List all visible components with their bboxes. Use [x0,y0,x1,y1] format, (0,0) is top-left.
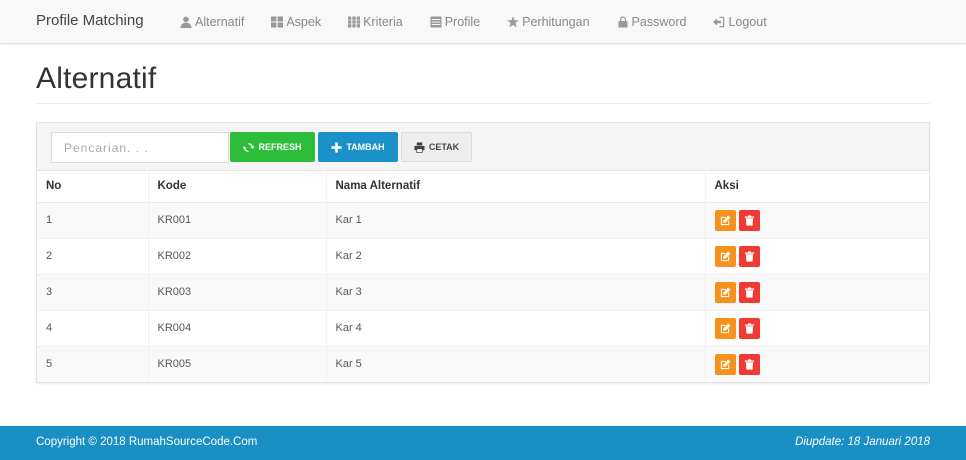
header-kode: Kode [148,171,327,203]
print-icon [414,141,425,153]
tambah-button[interactable]: TAMBAH [318,132,398,162]
cell-kode: KR005 [148,345,327,382]
edit-icon [720,251,730,261]
refresh-icon [243,142,255,152]
cell-kode: KR001 [148,201,327,238]
grid-icon [271,16,284,28]
nav-item-label: Password [631,15,687,29]
alternatif-panel: REFRESH TAMBAH CETAK No Kode Nama Altern… [36,122,930,383]
trash-icon [744,322,754,334]
nav-item-password[interactable]: Password [617,15,687,29]
refresh-button[interactable]: REFRESH [230,132,315,162]
search-input[interactable] [51,132,229,163]
toolbar: REFRESH TAMBAH CETAK [37,123,929,171]
footer: Copyright © 2018 RumahSourceCode.Com Diu… [0,426,966,460]
cell-nama: Kar 5 [326,345,706,382]
plus-icon [331,141,342,153]
header-no: No [37,171,149,203]
header-aksi: Aksi [705,171,929,203]
cell-no: 2 [37,237,149,274]
table-row: 2 KR002 Kar 2 [37,237,929,274]
logout-icon [713,16,725,28]
trash-icon [744,214,754,226]
edit-button[interactable] [714,353,736,375]
delete-button[interactable] [738,317,760,339]
edit-icon [720,359,730,369]
cell-aksi [705,273,929,310]
edit-button[interactable] [714,281,736,303]
cell-nama: Kar 3 [326,273,706,310]
page-title: Alternatif [36,62,157,95]
nav-item-label: Alternatif [195,15,245,29]
nav-item-label: Aspek [286,15,322,29]
cell-aksi [705,309,929,346]
delete-button[interactable] [738,245,760,267]
footer-copyright: Copyright © 2018 RumahSourceCode.Com [36,436,258,448]
cell-aksi [705,201,929,238]
header-nama: Nama Alternatif [326,171,706,203]
cell-nama: Kar 1 [326,201,706,238]
edit-icon [720,287,730,297]
trash-icon [744,250,754,262]
cell-kode: KR003 [148,273,327,310]
cell-nama: Kar 4 [326,309,706,346]
cell-aksi [705,345,929,382]
grid-small-icon [348,16,361,28]
nav-menu: Alternatif Aspek Kriteria Profile Perhit… [180,0,794,44]
cell-no: 3 [37,273,149,310]
tambah-label: TAMBAH [346,142,385,152]
table-header-row: No Kode Nama Alternatif Aksi [37,171,929,203]
lock-icon [617,16,629,28]
nav-item-profile[interactable]: Profile [430,15,480,29]
nav-item-aspek[interactable]: Aspek [271,15,321,29]
nav-item-alternatif[interactable]: Alternatif [180,15,244,29]
nav-item-kriteria[interactable]: Kriteria [348,15,403,29]
table-row: 4 KR004 Kar 4 [37,309,929,346]
table-row: 3 KR003 Kar 3 [37,273,929,310]
nav-item-label: Profile [444,15,481,29]
edit-button[interactable] [714,209,736,231]
delete-button[interactable] [738,353,760,375]
alternatif-table: No Kode Nama Alternatif Aksi 1 KR001 Kar… [37,171,929,382]
edit-icon [720,215,730,225]
list-icon [430,16,442,28]
delete-button[interactable] [738,209,760,231]
refresh-label: REFRESH [258,142,302,152]
cetak-label: CETAK [428,142,460,152]
cell-nama: Kar 2 [326,237,706,274]
trash-icon [744,286,754,298]
cell-kode: KR004 [148,309,327,346]
delete-button[interactable] [738,281,760,303]
trash-icon [744,359,754,370]
edit-button[interactable] [714,245,736,267]
nav-item-label: Logout [728,15,767,29]
nav-item-perhitungan[interactable]: Perhitungan [507,15,590,29]
cell-no: 4 [37,309,149,346]
title-divider [36,103,930,104]
nav-item-logout[interactable]: Logout [713,15,767,29]
cell-no: 5 [37,345,149,382]
cell-aksi [705,237,929,274]
table-row: 1 KR001 Kar 1 [37,201,929,238]
footer-update-date: Diupdate: 18 Januari 2018 [795,436,930,448]
cell-kode: KR002 [148,237,327,274]
nav-item-label: Kriteria [363,15,403,29]
cell-no: 1 [37,201,149,238]
cetak-button[interactable]: CETAK [401,132,472,162]
navbar: Profile Matching Alternatif Aspek Kriter… [0,0,966,44]
table-row: 5 KR005 Kar 5 [37,345,929,382]
brand-link[interactable]: Profile Matching [36,12,144,29]
star-icon [507,16,519,28]
user-icon [180,16,192,28]
edit-icon [720,323,730,333]
nav-item-label: Perhitungan [522,15,590,29]
edit-button[interactable] [714,317,736,339]
